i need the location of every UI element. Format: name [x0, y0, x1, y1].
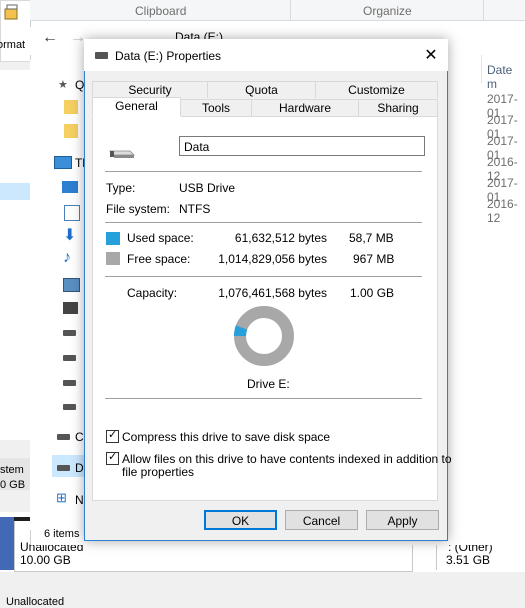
drive-icon [63, 404, 76, 410]
tab-customize-label: Customize [348, 83, 405, 97]
file-system-label: File system: [106, 202, 171, 216]
format-painter-icon [4, 4, 18, 20]
music-icon: ♪ [63, 249, 71, 266]
capacity-bytes: 1,076,461,568 bytes [218, 286, 327, 300]
nav-drive-d[interactable]: D [75, 461, 84, 475]
tab-tools[interactable]: Tools [180, 99, 252, 116]
close-icon[interactable]: ✕ [423, 45, 439, 65]
ribbon-separator [290, 0, 291, 20]
tab-customize[interactable]: Customize [315, 81, 438, 98]
drive-icon [63, 355, 76, 361]
type-label: Type: [106, 181, 136, 195]
divider [105, 276, 422, 277]
divider [105, 171, 422, 172]
compress-label: Compress this drive to save disk space [122, 430, 331, 444]
free-space-swatch [106, 252, 120, 265]
downloads-icon: ⬇ [63, 227, 77, 244]
desktop-icon [62, 181, 78, 193]
tab-tools-label: Tools [201, 101, 230, 115]
system-size-label: 0 GB [0, 479, 26, 491]
star-icon: ★ [58, 79, 68, 91]
check-icon: ✓ [108, 451, 118, 463]
tab-hardware[interactable]: Hardware [251, 99, 359, 116]
used-space-human: 58,7 MB [349, 231, 394, 245]
donut-free-ring [234, 306, 294, 366]
drive-icon [63, 380, 76, 386]
nav-drive-c[interactable]: C [75, 430, 84, 444]
capacity-label: Capacity: [127, 286, 178, 300]
disk-usage-donut [234, 306, 294, 366]
format-label: ormat [0, 39, 26, 51]
ribbon-group-clipboard: Clipboard [135, 4, 187, 18]
tab-general[interactable]: General [92, 97, 181, 117]
drive-icon [63, 330, 76, 336]
pictures-icon [63, 278, 80, 292]
tab-general-label: General [115, 99, 158, 113]
tab-quota-label: Quota [245, 83, 278, 97]
partition-unallocated-size: 10.00 GB [20, 553, 71, 567]
left-white-area [0, 70, 30, 440]
left-selected-row[interactable] [0, 183, 30, 200]
used-space-label: Used space: [127, 231, 194, 245]
apply-button[interactable]: Apply [366, 510, 439, 530]
back-arrow-icon[interactable]: ← [42, 29, 58, 47]
capacity-human: 1.00 GB [350, 286, 395, 300]
computer-icon [54, 156, 72, 169]
used-space-swatch [106, 232, 120, 245]
ribbon-separator [483, 0, 484, 20]
index-checkbox[interactable]: ✓ [106, 451, 119, 465]
tab-quota[interactable]: Quota [207, 81, 316, 98]
compress-checkbox[interactable]: ✓ [106, 429, 119, 443]
status-item-count: 6 items [44, 528, 80, 540]
partition-other-size: 3.51 GB [446, 553, 491, 567]
tab-security[interactable]: Security [92, 81, 208, 98]
nav-quick-access[interactable]: Q [75, 78, 84, 92]
dialog-title: Data (E:) Properties [115, 49, 222, 63]
date-cell: 2016-12 [487, 197, 518, 225]
tab-hardware-label: Hardware [278, 101, 332, 115]
system-label: stem [0, 464, 24, 476]
file-system-value: NTFS [179, 202, 211, 216]
cancel-button[interactable]: Cancel [285, 510, 358, 530]
ribbon-group-bar [30, 0, 525, 21]
date-modified-header[interactable]: Date m [487, 63, 525, 91]
disk-header-bar [0, 517, 14, 570]
tab-sharing-label: Sharing [377, 101, 419, 115]
documents-icon [64, 205, 80, 221]
index-label-line1: Allow files on this drive to have conten… [122, 452, 452, 466]
folder-icon [64, 100, 78, 114]
type-value: USB Drive [179, 181, 236, 195]
used-space-bytes: 61,632,512 bytes [234, 231, 327, 245]
free-space-label: Free space: [127, 252, 191, 266]
divider [105, 222, 422, 223]
index-label-line2: file properties [122, 465, 195, 479]
volume-name-input[interactable]: Data [179, 136, 425, 156]
ok-button[interactable]: OK [204, 510, 277, 530]
ribbon-group-organize: Organize [363, 4, 412, 18]
videos-icon [63, 302, 78, 314]
nav-network[interactable]: N [75, 493, 84, 507]
drive-icon [95, 52, 108, 59]
drive-caption: Drive E: [247, 377, 290, 391]
divider [105, 398, 422, 399]
drive-icon [57, 434, 70, 440]
usb-drive-icon [109, 150, 135, 158]
folder-icon [64, 124, 78, 138]
free-space-human: 967 MB [353, 252, 395, 266]
check-icon: ✓ [108, 429, 118, 441]
drive-icon [57, 465, 70, 471]
free-space-bytes: 1,014,829,056 bytes [218, 252, 327, 266]
tab-security-label: Security [128, 83, 172, 97]
legend-unallocated-label: Unallocated [6, 596, 65, 608]
tab-sharing[interactable]: Sharing [358, 99, 438, 116]
network-icon: ⊞ [56, 490, 67, 505]
format-button[interactable]: ormat [0, 0, 32, 62]
